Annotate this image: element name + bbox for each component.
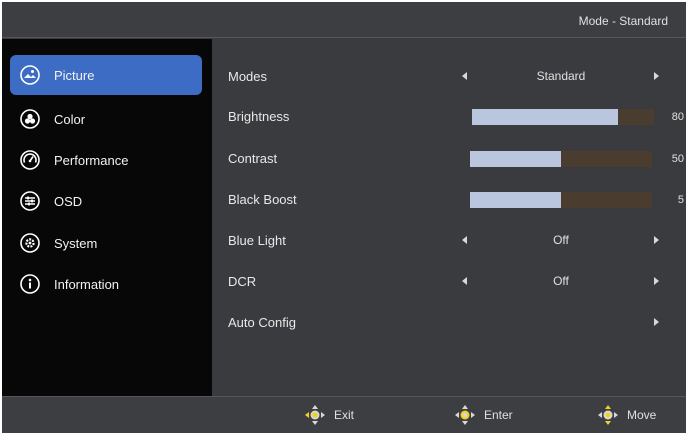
brightness-slider-fill [472, 109, 618, 125]
color-icon [20, 109, 40, 129]
contrast-value: 50 [671, 153, 684, 165]
black-boost-slider-fill [470, 192, 561, 208]
black-boost-value: 5 [677, 194, 684, 206]
contrast-slider[interactable] [470, 151, 652, 167]
left-arrow-icon[interactable] [462, 236, 467, 244]
mode-status-label: Mode - Standard [578, 14, 668, 28]
setting-row-contrast[interactable]: Contrast 50 [212, 139, 686, 179]
setting-label: Brightness [228, 109, 290, 124]
joystick-enter-icon [455, 405, 475, 425]
brightness-value: 80 [671, 111, 684, 123]
top-bar: Mode - Standard [2, 2, 686, 38]
sidebar-item-label: System [54, 236, 98, 251]
modes-value: Standard [536, 69, 586, 83]
joystick-exit-icon [305, 405, 325, 425]
sidebar-item-label: Color [54, 112, 86, 127]
settings-panel: Modes Standard Brightness 80 Contrast 50… [212, 39, 686, 396]
sidebar-item-system[interactable]: System [10, 223, 202, 263]
setting-row-auto-config[interactable]: Auto Config [212, 303, 686, 343]
dcr-value: Off [553, 274, 569, 288]
black-boost-slider[interactable] [470, 192, 652, 208]
setting-row-brightness[interactable]: Brightness 80 [212, 97, 686, 137]
left-arrow-icon[interactable] [462, 277, 467, 285]
sidebar-item-osd[interactable]: OSD [10, 181, 202, 221]
sidebar: Picture Color Performance OSD System Inf… [2, 39, 212, 396]
left-arrow-icon[interactable] [462, 72, 467, 80]
right-arrow-icon[interactable] [654, 318, 659, 326]
bottom-bar: Exit Enter Move [2, 396, 686, 433]
picture-icon [20, 65, 40, 85]
sidebar-item-picture[interactable]: Picture [10, 55, 202, 95]
setting-label: Contrast [228, 151, 278, 166]
enter-hint[interactable]: Enter [454, 403, 513, 427]
blue-light-value: Off [553, 233, 569, 247]
move-label: Move [627, 408, 657, 422]
setting-label: Auto Config [228, 315, 296, 330]
brightness-slider[interactable] [472, 109, 654, 125]
system-icon [20, 233, 40, 253]
sidebar-item-color[interactable]: Color [10, 99, 202, 139]
setting-label: Modes [228, 69, 268, 84]
contrast-slider-fill [470, 151, 561, 167]
right-arrow-icon[interactable] [654, 277, 659, 285]
setting-row-black-boost[interactable]: Black Boost 5 [212, 180, 686, 220]
information-icon [20, 274, 40, 294]
setting-label: DCR [228, 274, 257, 289]
monitor-osd: Mode - Standard Picture Color Performanc… [2, 2, 686, 433]
setting-row-modes[interactable]: Modes Standard [212, 57, 686, 97]
right-arrow-icon[interactable] [654, 236, 659, 244]
exit-label: Exit [334, 408, 355, 422]
setting-row-dcr[interactable]: DCR Off [212, 262, 686, 302]
osd-icon [20, 191, 40, 211]
exit-hint[interactable]: Exit [304, 403, 354, 427]
performance-icon [20, 150, 40, 170]
sidebar-item-information[interactable]: Information [10, 264, 202, 304]
sidebar-item-label: Picture [54, 68, 95, 83]
joystick-move-icon [598, 405, 618, 425]
setting-label: Blue Light [228, 233, 286, 248]
sidebar-item-label: Performance [54, 153, 129, 168]
right-arrow-icon[interactable] [654, 72, 659, 80]
sidebar-item-label: Information [54, 277, 120, 292]
setting-row-blue-light[interactable]: Blue Light Off [212, 221, 686, 261]
move-hint[interactable]: Move [597, 403, 656, 427]
sidebar-item-label: OSD [54, 194, 83, 209]
setting-label: Black Boost [228, 192, 297, 207]
enter-label: Enter [484, 408, 513, 422]
sidebar-item-performance[interactable]: Performance [10, 140, 202, 180]
